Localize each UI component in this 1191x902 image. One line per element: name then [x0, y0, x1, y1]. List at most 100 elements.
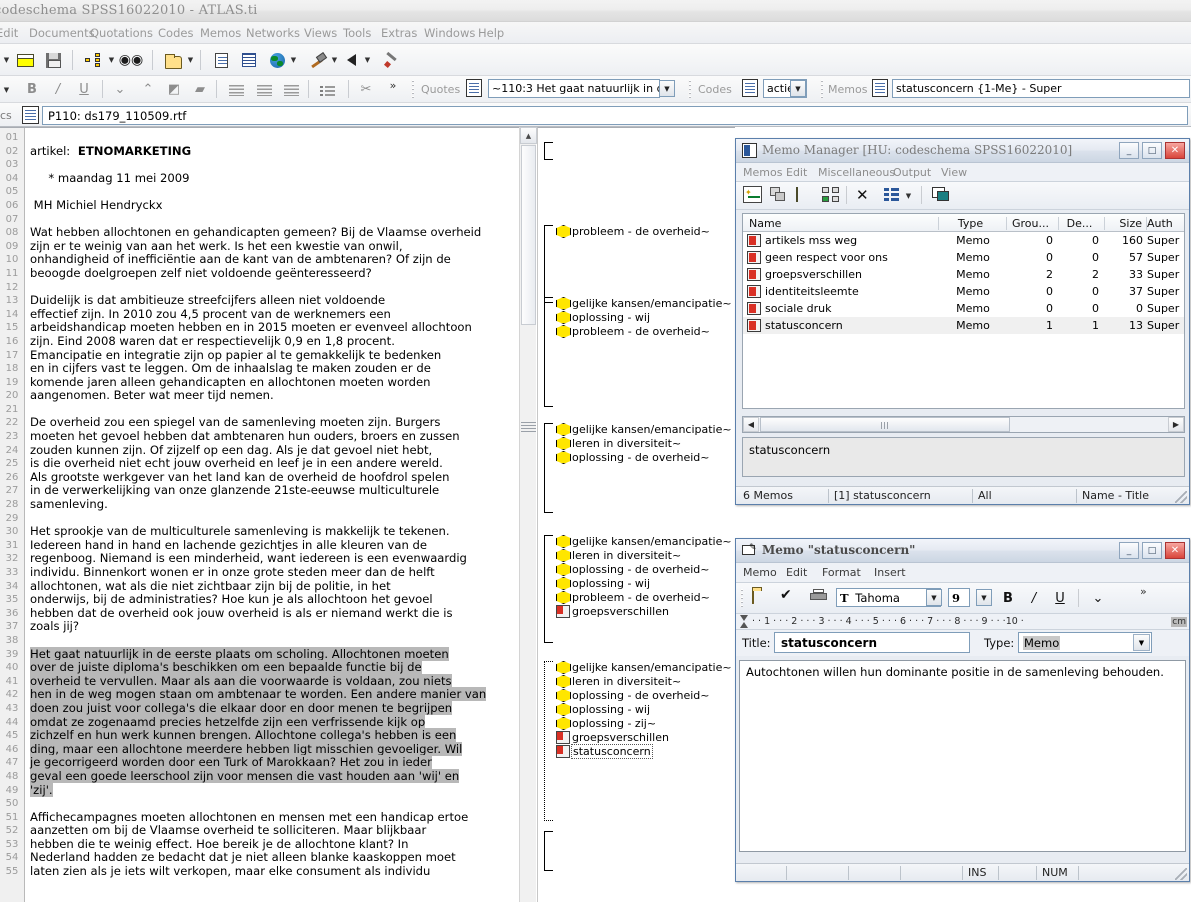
duplicate-icon[interactable]	[770, 187, 786, 202]
memo-title-input[interactable]: statusconcern	[774, 632, 970, 653]
bold-icon[interactable]: B	[22, 79, 42, 99]
toolbar-dropdown-arrow-icon[interactable]: ▼	[2, 49, 11, 71]
document-line[interactable]	[30, 213, 485, 227]
document-line[interactable]: omdat ze zogenaamd precies hetzelfde zij…	[30, 714, 485, 730]
font-name-chevron-down-icon[interactable]: ▼	[926, 589, 942, 606]
table-row[interactable]: identiteitsleemte Memo 0 0 37 Super	[743, 283, 1184, 300]
document-line[interactable]	[30, 158, 485, 172]
underline-icon[interactable]: U	[1050, 588, 1070, 608]
document-line[interactable]: arbeidshandicap moeten hebben en in 2015…	[30, 321, 485, 335]
table-row[interactable]: artikels mss weg Memo 0 0 160 Super	[743, 232, 1184, 249]
memos-selector-field[interactable]: statusconcern {1-Me} - Super	[892, 79, 1190, 98]
dropdown-arrow-icon[interactable]: ▼	[904, 185, 913, 207]
document-line[interactable]: Het gaat natuurlijk in de eerste plaats …	[30, 646, 485, 662]
menu-item-quotations[interactable]: Quotations	[90, 26, 153, 40]
memo-list-horizontal-scrollbar[interactable]: ◀ ▶	[742, 416, 1185, 433]
memo-list[interactable]: Name Type Grou... De... Size Auth artike…	[742, 213, 1185, 409]
document-line[interactable]: Duidelijk is dat ambitieuze streefcijfer…	[30, 294, 485, 308]
margin-code-item[interactable]: gelijke kansen/emancipatie~	[556, 297, 732, 311]
resize-grip[interactable]	[1175, 491, 1187, 503]
current-document-field[interactable]: P110: ds179_110509.rtf	[42, 106, 1188, 125]
scroll-thumb[interactable]	[521, 145, 536, 325]
margin-code-item[interactable]: oplossing - de overheid~	[556, 451, 710, 465]
italic-icon[interactable]: /	[1024, 588, 1044, 608]
document-line[interactable]: aangenomen. Beter wat meer tijd nemen.	[30, 389, 485, 403]
document-line[interactable]: zoals jij?	[30, 620, 485, 634]
menu-item-documents[interactable]: Documents	[29, 26, 95, 40]
document-line[interactable]: samenleving.	[30, 497, 485, 512]
window-icon[interactable]	[14, 49, 36, 71]
document-line[interactable]: effectief zijn. In 2010 zou 4,5 procent …	[30, 307, 485, 322]
chevron-double-right-icon[interactable]: »	[1140, 585, 1147, 598]
bold-icon[interactable]: B	[998, 588, 1018, 608]
col-header-author[interactable]: Auth	[1147, 217, 1185, 230]
quote-icon[interactable]	[466, 79, 482, 97]
memo-editor-maximize-button[interactable]: □	[1142, 542, 1162, 559]
bullet-list-icon[interactable]	[317, 80, 337, 100]
memo-type-chevron-down-icon[interactable]: ▼	[1133, 634, 1150, 651]
codes-chevron-down-icon[interactable]: ▼	[790, 80, 806, 97]
margin-memo-item[interactable]: statusconcern	[556, 744, 653, 759]
hscroll-right-button[interactable]: ▶	[1168, 417, 1184, 432]
mm-menu-output[interactable]: Output	[893, 166, 931, 179]
document-line[interactable]: zichzelf en hun werk kunnen brengen. All…	[30, 728, 485, 743]
margin-code-item[interactable]: gelijke kansen/emancipatie~	[556, 535, 732, 549]
document-line[interactable]: beoogde doelgroepen zelf niet voldoende …	[30, 266, 485, 281]
menu-item-tools[interactable]: Tools	[343, 26, 371, 40]
document-line[interactable]: onhandigheid of inefficiëntie aan de kan…	[30, 253, 485, 267]
scroll-up-button[interactable]: ▲	[520, 127, 537, 144]
document-line[interactable]: regenboog. Niemand is een minderheid, wa…	[30, 552, 485, 566]
hscroll-left-button[interactable]: ◀	[743, 417, 759, 432]
resize-grip[interactable]	[1175, 868, 1187, 880]
scroll-split-handle[interactable]	[521, 422, 536, 434]
document-line[interactable]: Als grootste werkgever van het land kan …	[30, 470, 485, 485]
document-line[interactable]	[30, 634, 485, 648]
col-header-groups[interactable]: Grou...	[1007, 217, 1059, 230]
quotation-bracket[interactable]	[544, 297, 553, 407]
margin-code-item[interactable]: leren in diversiteit~	[556, 549, 681, 563]
align-left-icon[interactable]	[226, 80, 246, 100]
table-row[interactable]: groepsverschillen Memo 2 2 33 Super	[743, 266, 1184, 283]
font-size-chevron-down-icon[interactable]: ▼	[976, 589, 992, 606]
memo-editor-minimize-button[interactable]: _	[1119, 542, 1139, 559]
margin-memo-item[interactable]: groepsverschillen	[556, 605, 669, 619]
globe-icon[interactable]	[266, 49, 288, 71]
document-line[interactable]: 'zij'.	[30, 782, 485, 798]
quotes-selector-field[interactable]: ~110:3 Het gaat natuurlijk in de ee	[488, 79, 660, 98]
list-options-icon[interactable]	[884, 188, 899, 201]
back-dropdown-arrow-icon[interactable]: ▼	[363, 49, 372, 71]
quotation-bracket[interactable]	[544, 831, 553, 871]
document-line[interactable]: over de juiste diploma's beschikken om e…	[30, 660, 485, 675]
document-line[interactable]: is die overheid niet echt jouw overheid …	[30, 457, 485, 471]
memo-body-editor[interactable]: Autochtonen willen hun dominante positie…	[739, 660, 1186, 852]
margin-code-item[interactable]: oplossing - wij	[556, 703, 650, 717]
code-list-icon[interactable]	[742, 79, 758, 97]
memo-editor-close-button[interactable]: ✕	[1165, 542, 1185, 559]
document-line[interactable]: artikel: ETNOMARKETING	[30, 144, 485, 159]
delete-icon[interactable]: ✕	[856, 186, 869, 204]
document-line[interactable]: onderwijs, bij de administraties? Hoe ku…	[30, 593, 485, 607]
table-row[interactable]: sociale druk Memo 0 0 0 Super	[743, 300, 1184, 317]
main-menubar[interactable]: Edit Documents Quotations Codes Memos Ne…	[0, 22, 1191, 44]
quotation-bracket[interactable]	[544, 142, 553, 160]
document-line[interactable]: laten zien als je iets wilt verkopen, ma…	[30, 864, 485, 879]
margin-code-item[interactable]: probleem - de overheid~	[556, 591, 710, 605]
document-line[interactable]: overheid te vervullen. Maar als aan die …	[30, 673, 485, 689]
align-right-icon[interactable]	[281, 80, 301, 100]
indent-marker[interactable]	[740, 615, 749, 628]
document-line[interactable]: aanzetten om bij de Vlaamse overheid te …	[30, 824, 485, 838]
margin-code-item[interactable]: probleem - de overheid~	[556, 325, 710, 339]
memo-type-select[interactable]: Memo ▼	[1018, 632, 1152, 653]
menu-item-codes[interactable]: Codes	[158, 26, 193, 40]
col-header-density[interactable]: De...	[1059, 217, 1105, 230]
memo-editor-menubar[interactable]: Memo Edit Format Insert	[736, 563, 1189, 583]
new-memo-icon[interactable]: ✦	[743, 186, 762, 203]
save-icon[interactable]	[42, 49, 64, 71]
margin-code-item[interactable]: oplossing - wij	[556, 577, 650, 591]
hammer-icon[interactable]	[306, 49, 328, 71]
table-row[interactable]: geen respect voor ons Memo 0 0 57 Super	[743, 249, 1184, 266]
mm-menu-miscellaneous[interactable]: Miscellaneous	[818, 166, 895, 179]
format-dropdown-arrow-icon[interactable]: ▼	[2, 79, 11, 101]
margin-code-item[interactable]: gelijke kansen/emancipatie~	[556, 423, 732, 437]
chevron-up-icon[interactable]: ⌃	[138, 79, 158, 99]
